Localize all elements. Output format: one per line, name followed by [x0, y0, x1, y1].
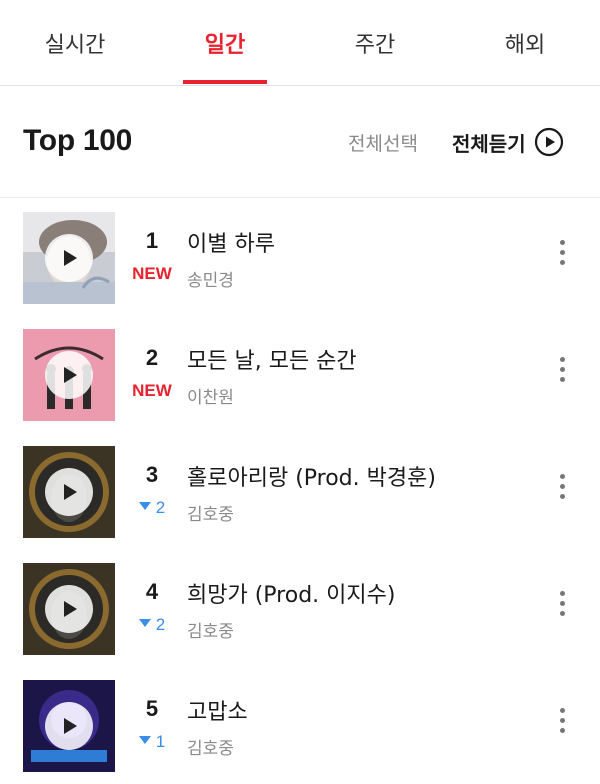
tab-weekly[interactable]: 주간 — [300, 0, 450, 86]
tab-overseas[interactable]: 해외 — [450, 0, 600, 86]
list-item[interactable]: 4 2 희망가 (Prod. 이지수) 김호중 — [0, 549, 600, 666]
rank-change-value: 1 — [155, 732, 166, 751]
play-button[interactable] — [45, 468, 93, 516]
play-icon — [64, 484, 77, 500]
down-arrow-icon — [138, 619, 151, 627]
tab-realtime[interactable]: 실시간 — [0, 0, 150, 86]
song-title[interactable]: 고맙소 — [187, 694, 248, 726]
list-item[interactable]: 2 NEW 모든 날, 모든 순간 이찬원 — [0, 315, 600, 432]
down-arrow-icon — [138, 736, 151, 744]
album-cover[interactable] — [23, 563, 115, 655]
artist-name[interactable]: 김호중 — [187, 734, 234, 759]
play-icon — [64, 601, 77, 617]
song-title[interactable]: 희망가 (Prod. 이지수) — [187, 577, 395, 609]
more-options-button[interactable] — [548, 583, 576, 623]
play-icon — [64, 718, 77, 734]
artist-name[interactable]: 송민경 — [187, 266, 234, 291]
rank-change-down: 2 — [126, 498, 178, 518]
album-cover[interactable] — [23, 329, 115, 421]
more-options-button[interactable] — [548, 700, 576, 740]
down-arrow-icon — [138, 502, 151, 510]
rank-change-down: 1 — [126, 732, 178, 752]
more-options-button[interactable] — [548, 466, 576, 506]
artist-name[interactable]: 김호중 — [187, 500, 234, 525]
album-cover[interactable] — [23, 446, 115, 538]
listen-all-button[interactable]: 전체듣기 — [452, 126, 564, 158]
rank-number: 2 — [145, 345, 159, 370]
listen-all-label: 전체듣기 — [452, 131, 526, 156]
rank-number: 3 — [145, 462, 159, 487]
artist-name[interactable]: 이찬원 — [187, 383, 234, 408]
play-button[interactable] — [45, 234, 93, 282]
page-title: Top 100 — [23, 124, 133, 157]
list-item[interactable]: 3 2 홀로아리랑 (Prod. 박경훈) 김호중 — [0, 432, 600, 549]
play-icon — [64, 367, 77, 383]
chart-period-tabs: 실시간 일간 주간 해외 — [0, 0, 600, 86]
rank-number: 1 — [145, 228, 159, 253]
song-title[interactable]: 홀로아리랑 (Prod. 박경훈) — [187, 460, 436, 492]
album-cover[interactable] — [23, 212, 115, 304]
rank-number: 5 — [145, 696, 159, 721]
play-icon — [64, 250, 77, 266]
play-button[interactable] — [45, 585, 93, 633]
chart-header: Top 100 전체선택 전체듣기 — [0, 86, 600, 198]
list-item[interactable]: 5 1 고맙소 김호중 — [0, 666, 600, 783]
rank-change-value: 2 — [155, 615, 166, 634]
list-item[interactable]: 1 NEW 이별 하루 송민경 — [0, 198, 600, 315]
play-circle-icon — [534, 127, 563, 157]
play-button[interactable] — [45, 702, 93, 750]
active-tab-indicator — [183, 80, 267, 84]
song-title[interactable]: 이별 하루 — [187, 226, 275, 258]
select-all-button[interactable]: 전체선택 — [348, 129, 418, 156]
rank-change-badge: NEW — [132, 381, 172, 400]
rank-change-badge: NEW — [132, 264, 172, 283]
rank-change-down: 2 — [126, 615, 178, 635]
song-title[interactable]: 모든 날, 모든 순간 — [187, 343, 357, 375]
rank-change-value: 2 — [155, 498, 166, 517]
rank-number: 4 — [145, 579, 159, 604]
tab-daily[interactable]: 일간 — [150, 0, 300, 86]
artist-name[interactable]: 김호중 — [187, 617, 234, 642]
play-button[interactable] — [45, 351, 93, 399]
album-cover[interactable] — [23, 680, 115, 772]
more-options-button[interactable] — [548, 232, 576, 272]
more-options-button[interactable] — [548, 349, 576, 389]
